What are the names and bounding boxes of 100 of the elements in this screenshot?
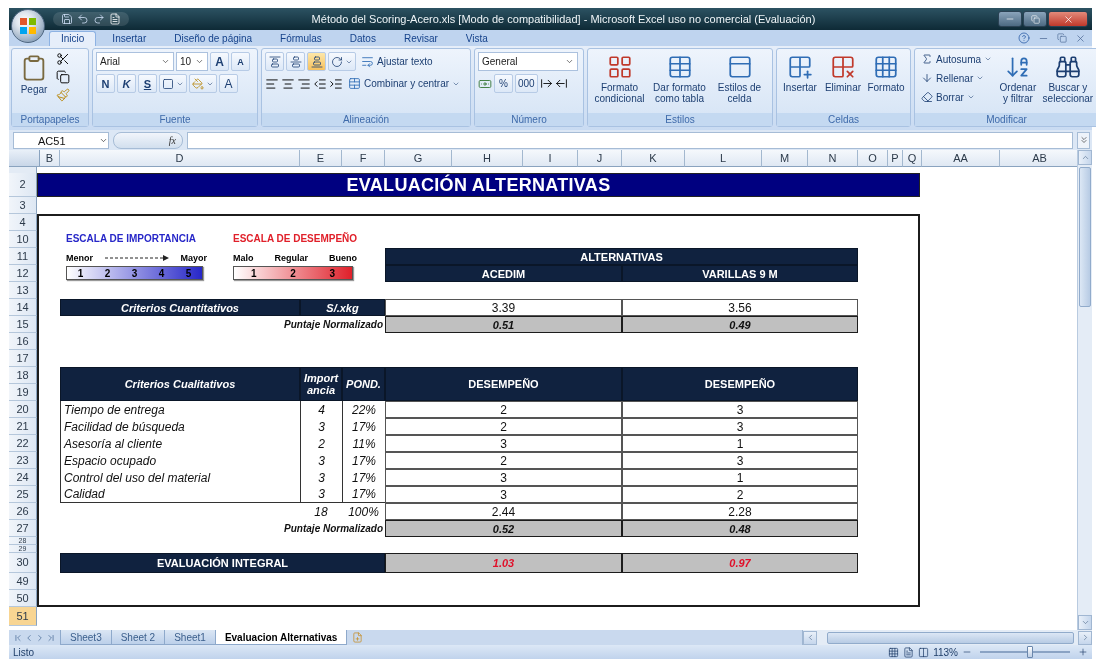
select-all-button[interactable] <box>9 150 40 167</box>
ribbon-button[interactable]: Borrar <box>918 90 996 104</box>
document-icon[interactable] <box>109 13 121 25</box>
ribbon-tab[interactable]: Insertar <box>100 31 159 46</box>
restore-button[interactable] <box>1023 11 1047 27</box>
fill-color-button[interactable] <box>189 74 217 93</box>
ribbon-button[interactable]: Dar formato como tabla <box>651 52 708 104</box>
ribbon-button[interactable]: Formato condicional <box>591 52 648 104</box>
row-header[interactable] <box>9 167 37 173</box>
borders-button[interactable] <box>159 74 187 93</box>
help-icon[interactable] <box>1018 32 1030 44</box>
sheet-tab[interactable]: Evaluacion Alternativas <box>214 630 348 645</box>
row-header[interactable]: 51 <box>9 607 37 626</box>
row-header[interactable]: 20 <box>9 401 37 418</box>
decrease-decimal-icon[interactable] <box>554 77 568 90</box>
ribbon-tab[interactable]: Vista <box>453 31 500 46</box>
row-header[interactable]: 30 <box>9 553 37 573</box>
copy-icon[interactable] <box>56 70 70 84</box>
font-name-field[interactable]: Arial <box>96 52 174 71</box>
column-header[interactable]: K <box>622 150 685 167</box>
merge-center-button[interactable]: Combinar y centrar <box>345 74 464 93</box>
row-header[interactable]: 26 <box>9 503 37 520</box>
scroll-down-button[interactable] <box>1078 615 1092 630</box>
align-center-icon[interactable] <box>281 76 295 91</box>
column-header[interactable]: F <box>342 150 385 167</box>
ribbon-tab[interactable]: Inicio <box>49 31 97 46</box>
underline-button[interactable]: S <box>138 74 157 93</box>
column-header[interactable]: H <box>452 150 523 167</box>
grow-font-button[interactable]: A <box>210 52 229 71</box>
scroll-up-button[interactable] <box>1078 150 1092 165</box>
row-header[interactable]: 24 <box>9 469 37 486</box>
undo-icon[interactable] <box>77 13 89 25</box>
align-right-icon[interactable] <box>297 76 311 91</box>
ribbon-button[interactable]: Estilos de celda <box>711 52 768 104</box>
row-header[interactable]: 2 <box>9 173 37 197</box>
page-break-icon[interactable] <box>918 646 930 658</box>
ribbon-button[interactable]: Eliminar <box>823 52 863 93</box>
row-header[interactable]: 22 <box>9 435 37 452</box>
row-header[interactable]: 50 <box>9 590 37 607</box>
row-header[interactable]: 27 <box>9 520 37 537</box>
row-header[interactable]: 13 <box>9 282 37 299</box>
column-header[interactable]: E <box>300 150 342 167</box>
scroll-thumb[interactable] <box>1079 167 1091 307</box>
row-header[interactable]: 21 <box>9 418 37 435</box>
ribbon-tab[interactable]: Revisar <box>391 31 450 46</box>
row-header[interactable]: 16 <box>9 333 37 350</box>
row-header[interactable]: 4 <box>9 214 37 231</box>
scroll-right-button[interactable] <box>1078 630 1092 645</box>
increase-indent-icon[interactable] <box>329 76 343 91</box>
bold-button[interactable]: N <box>96 74 115 93</box>
column-header[interactable]: O <box>858 150 888 167</box>
ribbon-button[interactable]: Formato <box>866 52 906 93</box>
save-icon[interactable] <box>61 13 73 25</box>
column-header[interactable]: Q <box>903 150 922 167</box>
column-header[interactable]: I <box>523 150 578 167</box>
ribbon-tab[interactable]: Diseño de página <box>162 31 265 46</box>
zoom-in-icon[interactable] <box>1078 647 1088 657</box>
column-header[interactable]: D <box>60 150 300 167</box>
close-icon[interactable] <box>1075 32 1086 44</box>
column-header[interactable]: J <box>578 150 622 167</box>
row-header[interactable]: 10 <box>9 231 37 248</box>
normal-view-icon[interactable] <box>888 646 900 658</box>
row-header[interactable]: 14 <box>9 299 37 316</box>
row-header[interactable]: 49 <box>9 573 37 590</box>
ribbon-button[interactable]: Rellenar <box>918 71 996 85</box>
column-header[interactable]: AB <box>1000 150 1077 167</box>
font-size-field[interactable]: 10 <box>176 52 208 71</box>
shrink-font-button[interactable]: A <box>231 52 250 71</box>
restore-icon[interactable] <box>1057 33 1067 43</box>
expand-button[interactable] <box>1077 131 1090 149</box>
row-header[interactable]: 15 <box>9 316 37 333</box>
close-button[interactable] <box>1048 11 1088 27</box>
orientation-button[interactable] <box>328 52 356 71</box>
formula-field[interactable] <box>187 131 1073 149</box>
zoom-thumb[interactable] <box>1026 646 1033 658</box>
row-header[interactable]: 19 <box>9 384 37 401</box>
ribbon-button[interactable]: Autosuma <box>918 52 996 66</box>
align-middle-button[interactable] <box>286 52 305 71</box>
row-header[interactable]: 25 <box>9 486 37 503</box>
column-header[interactable]: M <box>762 150 808 167</box>
scroll-thumb[interactable] <box>827 631 1074 644</box>
row-header[interactable]: 12 <box>9 265 37 282</box>
previous-sheet-icon[interactable] <box>24 632 34 643</box>
wrap-text-button[interactable]: Ajustar texto <box>358 52 436 71</box>
row-header[interactable]: 3 <box>9 197 37 214</box>
ribbon-button[interactable]: Insertar <box>780 52 820 93</box>
cut-icon[interactable] <box>56 52 70 66</box>
row-header[interactable]: 17 <box>9 350 37 367</box>
column-header[interactable]: B <box>40 150 60 167</box>
increase-decimal-icon[interactable] <box>539 77 553 90</box>
redo-icon[interactable] <box>93 13 105 25</box>
thousands-button[interactable]: 000 <box>515 74 538 93</box>
page-layout-icon[interactable] <box>903 646 915 658</box>
sheet-tab[interactable]: Sheet3 <box>60 630 112 645</box>
align-bottom-button[interactable] <box>307 52 326 71</box>
column-header[interactable]: P <box>888 150 903 167</box>
column-header[interactable]: G <box>385 150 452 167</box>
font-color-button[interactable]: A <box>219 74 238 93</box>
row-header[interactable]: 11 <box>9 248 37 265</box>
column-header[interactable]: L <box>685 150 762 167</box>
